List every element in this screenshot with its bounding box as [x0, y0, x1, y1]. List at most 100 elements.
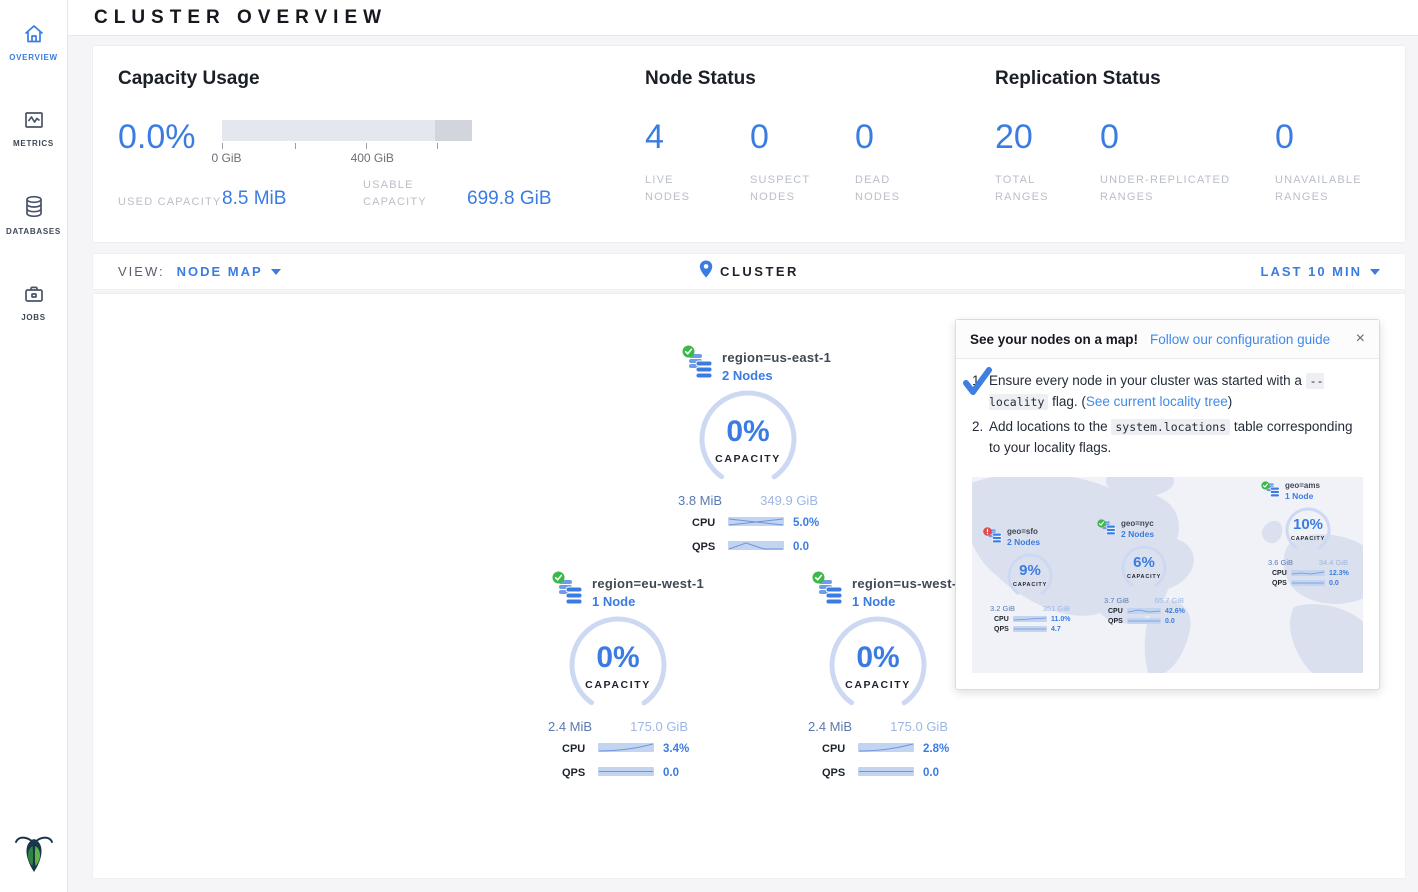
capacity-tick-0: 0 GiB [211, 151, 241, 165]
tooltip-step-1: 1. Ensure every node in your cluster was… [972, 371, 1363, 413]
capacity-tick-400: 400 GiB [351, 151, 394, 165]
unavailable-ranges-stat: 0 UNAVAILABLE RANGES [1275, 120, 1385, 206]
mini-node-card-sfo: geo=sfo 2 Nodes 9% CAPACITY 3.2 GiB 351 … [980, 527, 1080, 633]
cpu-sparkline [1127, 608, 1161, 614]
time-range-dropdown[interactable]: LAST 10 MIN [1261, 264, 1380, 279]
replication-status-section: Replication Status 20 TOTAL RANGES 0 UND… [995, 68, 1385, 242]
node-card-us-east-1[interactable]: region=us-east-1 2 Nodes 0% CAPACITY 3.8… [658, 350, 838, 556]
page-title: CLUSTER OVERVIEW [94, 7, 387, 29]
capacity-label: CAPACITY [1258, 536, 1358, 542]
node-card-eu-west-1[interactable]: region=eu-west-1 1 Node 0% CAPACITY 2.4 … [528, 576, 708, 782]
used-capacity: 3.8 MiB [678, 493, 722, 508]
healthy-check-icon [552, 571, 565, 589]
node-stack-icon [1102, 519, 1117, 536]
suspect-nodes-label: SUSPECT NODES [750, 172, 825, 206]
locality-tree-link[interactable]: See current locality tree [1086, 394, 1228, 409]
database-icon [22, 194, 46, 220]
replication-status-title: Replication Status [995, 68, 1385, 90]
sidebar-item-databases[interactable]: DATABASES [0, 184, 67, 246]
capacity-label: CAPACITY [980, 582, 1080, 588]
view-label: VIEW: [118, 264, 165, 279]
cpu-sparkline [1291, 570, 1325, 576]
capacity-label: CAPACITY [528, 679, 708, 691]
qps-sparkline [1127, 618, 1161, 624]
qps-label: QPS [1272, 580, 1287, 587]
capacity-label: CAPACITY [658, 453, 838, 465]
cpu-label: CPU [1272, 570, 1287, 577]
cluster-breadcrumb[interactable]: CLUSTER [699, 260, 799, 283]
dead-nodes-value: 0 [855, 120, 915, 154]
app: OVERVIEW METRICS DATABASES [0, 0, 1418, 892]
total-ranges-stat: 20 TOTAL RANGES [995, 120, 1100, 206]
healthy-check-icon [1097, 515, 1106, 533]
cpu-sparkline [858, 740, 914, 758]
node-card-us-west-1[interactable]: region=us-west-1 1 Node 0% CAPACITY 2.4 … [788, 576, 968, 782]
nodes-count-link[interactable]: 1 Node [592, 594, 704, 609]
qps-value: 0.0 [1165, 618, 1175, 625]
capacity-percent: 10% [1258, 516, 1358, 533]
cluster-label: CLUSTER [720, 264, 799, 279]
mini-node-card-nyc: geo=nyc 2 Nodes 6% CAPACITY 3.7 GiB 65.7… [1094, 519, 1194, 625]
cockroachdb-logo[interactable] [14, 829, 54, 880]
step-text: Ensure every node in your cluster was st… [989, 373, 1306, 388]
live-nodes-value: 4 [645, 120, 750, 154]
page-header: CLUSTER OVERVIEW [68, 0, 1418, 36]
cpu-label: CPU [692, 517, 719, 529]
sidebar-item-jobs[interactable]: JOBS [0, 272, 67, 332]
total-ranges-label: TOTAL RANGES [995, 172, 1060, 206]
close-icon[interactable]: × [1356, 331, 1365, 347]
example-map-image: geo=sfo 2 Nodes 9% CAPACITY 3.2 GiB 351 … [972, 477, 1363, 673]
used-capacity: 3.7 GiB [1104, 596, 1129, 605]
view-mode-dropdown[interactable]: NODE MAP [177, 264, 281, 279]
dead-nodes-label: DEAD NODES [855, 172, 915, 206]
live-nodes-stat: 4 LIVE NODES [645, 120, 750, 206]
capacity-percent: 0.0% [118, 120, 222, 154]
step-text: Add locations to the [989, 419, 1111, 434]
map-config-tooltip: See your nodes on a map! Follow our conf… [955, 319, 1380, 690]
capacity-percent: 0% [788, 641, 968, 675]
dead-nodes-stat: 0 DEAD NODES [855, 120, 915, 206]
capacity-gauge: 0% CAPACITY [788, 615, 968, 715]
step-text: flag. ( [1048, 394, 1086, 409]
geo-label: geo=nyc [1121, 519, 1154, 528]
total-capacity: 175.0 GiB [890, 719, 948, 734]
sidebar-item-metrics[interactable]: METRICS [0, 98, 67, 158]
tooltip-body: 1. Ensure every node in your cluster was… [956, 359, 1379, 467]
nodes-count: 2 Nodes [1121, 529, 1154, 539]
nodes-count-link[interactable]: 2 Nodes [722, 368, 831, 383]
nodes-count: 1 Node [1285, 491, 1320, 501]
sidebar-item-overview[interactable]: OVERVIEW [0, 12, 67, 72]
capacity-gauge: 0% CAPACITY [658, 389, 838, 489]
qps-value: 0.0 [793, 541, 809, 553]
used-capacity: 2.4 MiB [548, 719, 592, 734]
under-replicated-ranges-value: 0 [1100, 120, 1275, 154]
nodes-count-link[interactable]: 1 Node [852, 594, 964, 609]
capacity-gauge: 0% CAPACITY [528, 615, 708, 715]
system-locations-code: system.locations [1111, 419, 1230, 435]
tooltip-step-2: 2. Add locations to the system.locations… [972, 417, 1363, 459]
step-text: ) [1228, 394, 1233, 409]
used-capacity: 2.4 MiB [808, 719, 852, 734]
error-badge-icon [983, 523, 992, 541]
capacity-usage-section: Capacity Usage 0.0% 0 GiB 400 [118, 68, 645, 242]
qps-label: QPS [994, 626, 1009, 633]
sidebar-item-label: OVERVIEW [9, 53, 58, 62]
capacity-percent: 9% [980, 562, 1080, 579]
cpu-sparkline [598, 740, 654, 758]
qps-label: QPS [692, 541, 719, 553]
node-stack-icon [818, 576, 845, 606]
summary-card: Capacity Usage 0.0% 0 GiB 400 [93, 46, 1405, 242]
blue-check-icon [962, 367, 992, 400]
sidebar-item-label: METRICS [13, 139, 54, 148]
map-pin-icon [699, 260, 713, 283]
qps-sparkline [598, 764, 654, 782]
node-stack-icon [988, 527, 1003, 544]
qps-sparkline [728, 538, 784, 556]
view-bar: VIEW: NODE MAP CLUSTER LAST 10 MIN [93, 254, 1405, 289]
qps-label: QPS [822, 767, 849, 779]
unavailable-ranges-value: 0 [1275, 120, 1385, 154]
cpu-value: 5.0% [793, 517, 819, 529]
configuration-guide-link[interactable]: Follow our configuration guide [1150, 332, 1330, 347]
node-stack-icon [688, 350, 715, 380]
used-capacity-value: 8.5 MiB [222, 188, 363, 210]
